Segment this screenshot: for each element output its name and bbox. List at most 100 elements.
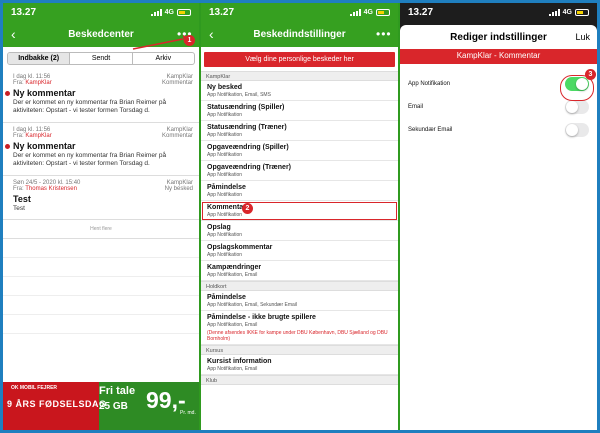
more-options-icon[interactable]: •••	[376, 27, 391, 41]
setting-channels: App Notifikation	[207, 152, 243, 158]
step-badge-3: 3	[585, 69, 596, 80]
unread-dot-icon	[5, 91, 10, 96]
message-item[interactable]: I dag kl. 11:56 KampKlar Fra: KampKlar Kom…	[3, 70, 199, 123]
signal-icon	[349, 8, 361, 16]
inbox-tabs: Indbakke (2) Sendt Arkiv	[7, 52, 195, 65]
nav-bar: ‹ Beskedindstillinger •••	[201, 21, 398, 47]
ad-free-text: Fri tale	[99, 385, 136, 397]
setting-title: Påmindelse	[207, 294, 246, 301]
message-type: Kommentar	[161, 80, 193, 86]
battery-icon	[575, 8, 589, 16]
setting-channels: App Notifikation	[207, 192, 243, 198]
battery-icon	[177, 8, 191, 16]
ad-birthday-text: 9 ÅRS FØDSELSDAG	[7, 399, 107, 409]
empty-row	[3, 315, 199, 334]
tab-arkiv[interactable]: Arkiv	[133, 53, 194, 64]
message-sender: Thomas Kristensen	[25, 186, 77, 192]
ad-per-month: Pr. md.	[180, 410, 196, 416]
setting-item[interactable]: Kampændringer App Notifikation, Email	[201, 261, 398, 281]
empty-row	[3, 258, 199, 277]
status-time: 13.27	[408, 6, 434, 18]
step-badge-2: 2	[242, 203, 253, 214]
message-subject: Ny kommentar	[13, 141, 76, 151]
setting-title: Påmindelse - ikke brugte spillere	[207, 314, 316, 321]
setting-channels: App Notifikation, Email, Sekundær Email	[207, 302, 298, 308]
section-header: Holdkort	[201, 281, 398, 291]
setting-title: Statusændring (Træner)	[207, 124, 287, 131]
setting-channels: App Notifikation	[207, 252, 243, 258]
toggle-row-secondary-email: Sekundær Email	[400, 118, 597, 141]
edit-settings-screen: 13.27 4G Rediger indstillinger Luk KampK…	[400, 3, 597, 430]
message-sender: KampKlar	[25, 80, 52, 86]
empty-row	[3, 277, 199, 296]
status-time: 13.27	[11, 6, 37, 18]
message-item[interactable]: Søn 24/5 - 2020 kl. 15:40 KampKlar Fra: T…	[3, 176, 199, 220]
page-title: Beskedindstillinger	[253, 28, 346, 40]
setting-item[interactable]: Statusændring (Spiller) App Notifikation	[201, 101, 398, 121]
setting-title: Opslag	[207, 224, 231, 231]
ad-gb-text: 25 GB	[99, 401, 128, 412]
toggle-label: Email	[408, 103, 424, 110]
tab-indbakke[interactable]: Indbakke (2)	[8, 53, 71, 64]
setting-channels: App Notifikation, Email	[207, 272, 258, 278]
setting-title: Opgaveændring (Træner)	[207, 164, 292, 171]
status-bar: 13.27 4G	[201, 3, 398, 21]
setting-item[interactable]: Opslag App Notifikation	[201, 221, 398, 241]
close-button[interactable]: Luk	[575, 32, 590, 42]
back-chevron-icon[interactable]: ‹	[209, 27, 223, 41]
tab-sendt[interactable]: Sendt	[70, 53, 133, 64]
modal-header: Rediger indstillinger Luk	[400, 25, 597, 49]
message-settings-screen: 13.27 4G ‹ Beskedindstillinger ••• Vælg …	[201, 3, 398, 430]
setting-channels: App Notifikation	[207, 132, 243, 138]
message-subject: Test	[13, 194, 31, 204]
network-label: 4G	[562, 8, 572, 16]
section-header: KampKlar	[201, 71, 398, 81]
setting-channels: App Notifikation	[207, 172, 243, 178]
setting-channels: App Notifikation, Email	[207, 322, 258, 328]
status-bar: 13.27 4G	[400, 3, 597, 21]
message-sender: KampKlar	[25, 133, 52, 139]
empty-row	[3, 239, 199, 258]
message-center-screen: 13.27 4G ‹ Beskedcenter ••• 1 Indbakke (…	[3, 3, 199, 430]
signal-icon	[150, 8, 162, 16]
empty-row	[3, 296, 199, 315]
pointer-arrow	[132, 35, 189, 50]
load-more-link[interactable]: Hent flere	[3, 220, 199, 239]
setting-item[interactable]: Påmindelse - ikke brugte spillere App No…	[201, 311, 398, 345]
from-prefix: Fra:	[13, 186, 24, 192]
from-prefix: Fra:	[13, 80, 24, 86]
section-header: Kursus	[201, 345, 398, 355]
toggle-label: App Notifikation	[408, 80, 451, 87]
setting-item[interactable]: Påmindelse App Notifikation, Email, Sekun…	[201, 291, 398, 311]
setting-item[interactable]: Opgaveændring (Spiller) App Notifikation	[201, 141, 398, 161]
status-time: 13.27	[209, 6, 235, 18]
setting-item[interactable]: Kursist information App Notifikation, Ema…	[201, 355, 398, 375]
setting-title: Opslagskommentar	[207, 244, 273, 251]
setting-item-kommentar[interactable]: Kommentar App Notifikation 2	[201, 201, 398, 221]
message-type: Ny besked	[164, 186, 193, 192]
message-type: Kommentar	[161, 133, 193, 139]
ad-banner[interactable]: OK MOBIL FEJRER 9 ÅRS FØDSELSDAG Fri tal…	[3, 382, 199, 430]
from-prefix: Fra:	[13, 133, 24, 139]
setting-title: Kampændringer	[207, 264, 262, 271]
back-chevron-icon[interactable]: ‹	[11, 27, 25, 41]
setting-channels: App Notifikation	[207, 232, 243, 238]
setting-item[interactable]: Statusændring (Træner) App Notifikation	[201, 121, 398, 141]
message-subject: Ny kommentar	[13, 88, 76, 98]
message-body: Der er kommet en ny kommentar fra Brian …	[13, 152, 167, 168]
setting-title: Kursist information	[207, 358, 272, 365]
setting-item[interactable]: Opslagskommentar App Notifikation	[201, 241, 398, 261]
setting-channels: App Notifikation, Email, SMS	[207, 92, 271, 98]
status-bar: 13.27 4G	[3, 3, 199, 21]
secondary-email-toggle[interactable]	[565, 122, 589, 137]
setting-channels: App Notifikation, Email	[207, 366, 258, 372]
ad-top-text: OK MOBIL FEJRER	[11, 385, 58, 391]
setting-note: (Denne afsendes IKKE for kampe under DBU…	[207, 330, 388, 343]
setting-channels: App Notifikation	[207, 112, 243, 118]
setting-item[interactable]: Påmindelse App Notifikation	[201, 181, 398, 201]
setting-item[interactable]: Opgaveændring (Træner) App Notifikation	[201, 161, 398, 181]
email-toggle[interactable]	[565, 99, 589, 114]
choose-messages-button[interactable]: Vælg dine personlige beskeder her	[204, 52, 395, 67]
message-item[interactable]: I dag kl. 11:56 KampKlar Fra: KampKlar Kom…	[3, 123, 199, 176]
setting-item[interactable]: Ny besked App Notifikation, Email, SMS	[201, 81, 398, 101]
